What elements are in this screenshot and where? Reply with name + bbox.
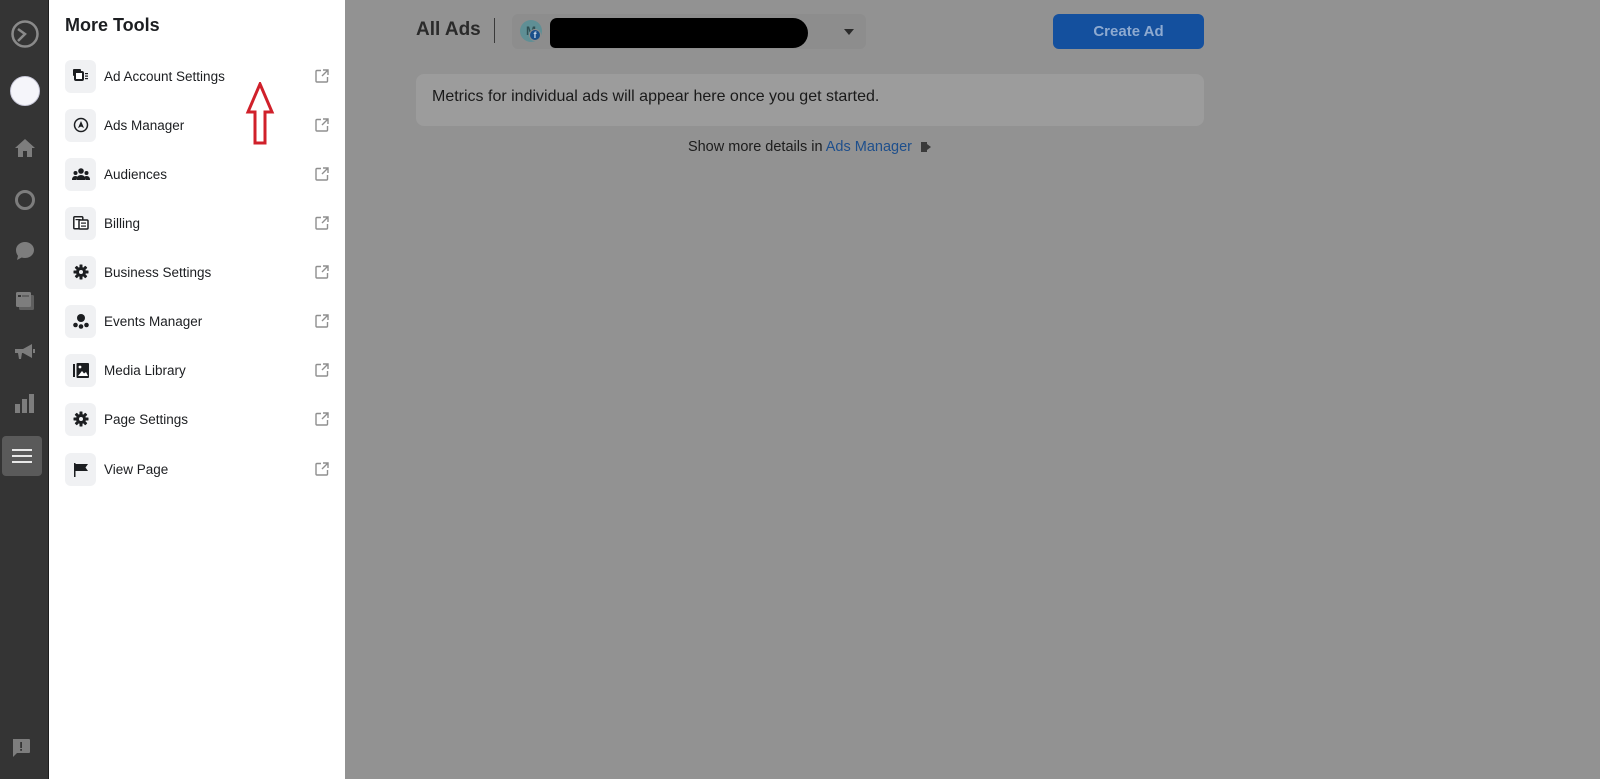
gear-icon — [65, 255, 96, 289]
posts-icon — [15, 292, 34, 310]
tool-item-events-manager[interactable]: Events Manager — [65, 303, 331, 339]
external-link-icon[interactable] — [920, 141, 932, 153]
chevron-down-icon — [844, 29, 854, 35]
page-title: All Ads — [416, 19, 481, 40]
tool-item-view-page[interactable]: View Page — [65, 451, 331, 487]
tool-item-ads-manager[interactable]: Ads Manager — [65, 107, 331, 143]
tool-label: Business Settings — [104, 264, 212, 280]
external-link-icon[interactable] — [314, 264, 330, 280]
feedback-button[interactable] — [11, 738, 31, 763]
insights-icon — [14, 394, 34, 413]
billing-icon — [65, 206, 96, 240]
tool-label: Page Settings — [104, 411, 189, 427]
more-tools-panel: More Tools Ad Account Settings Ads Manag… — [49, 0, 345, 779]
show-more-details: Show more details in Ads Manager — [345, 139, 1275, 155]
external-link-icon[interactable] — [314, 362, 330, 378]
rail-activity[interactable] — [0, 180, 49, 220]
tool-label: Media Library — [104, 362, 186, 378]
all-tools-menu-icon — [12, 449, 32, 463]
inbox-icon — [15, 242, 34, 260]
main-content: All Ads M f Create Ad Metrics for indivi… — [345, 0, 1600, 779]
rail-inbox[interactable] — [0, 231, 49, 271]
audiences-icon — [65, 157, 96, 191]
tool-item-billing[interactable]: Billing — [65, 205, 331, 241]
tool-item-page-settings[interactable]: Page Settings — [65, 401, 331, 437]
ads-manager-icon — [65, 108, 96, 142]
feedback-icon — [13, 739, 30, 757]
rail-posts[interactable] — [0, 281, 49, 321]
tool-label: Billing — [104, 215, 141, 231]
external-link-icon[interactable] — [314, 461, 330, 477]
ads-megaphone-icon — [14, 344, 35, 359]
rail-insights[interactable] — [0, 383, 49, 423]
tool-label: Ad Account Settings — [104, 68, 225, 84]
external-link-icon[interactable] — [314, 215, 330, 231]
create-ad-button[interactable]: Create Ad — [1053, 14, 1204, 49]
external-link-icon[interactable] — [314, 313, 330, 329]
rail-all-tools[interactable] — [2, 436, 42, 476]
metrics-empty-message: Metrics for individual ads will appear h… — [432, 88, 880, 105]
tool-item-business-settings[interactable]: Business Settings — [65, 254, 331, 290]
profile-avatar — [9, 76, 40, 106]
tool-item-audiences[interactable]: Audiences — [65, 156, 331, 192]
external-link-icon[interactable] — [314, 411, 330, 427]
metrics-empty-card: Metrics for individual ads will appear h… — [416, 74, 1204, 126]
rail-home[interactable] — [0, 128, 49, 168]
details-prefix: Show more details in — [687, 139, 823, 155]
flag-icon — [65, 452, 96, 486]
rail-ads[interactable] — [0, 332, 49, 372]
tool-item-ad-account-settings[interactable]: Ad Account Settings — [65, 58, 331, 94]
redacted-account-name — [550, 18, 808, 48]
activity-history-icon — [14, 190, 35, 210]
profile-avatar-button[interactable] — [0, 71, 49, 111]
external-link-icon[interactable] — [314, 68, 330, 84]
tool-label: Audiences — [104, 166, 168, 182]
ads-manager-link[interactable]: Ads Manager — [826, 139, 912, 155]
title-divider — [494, 18, 495, 43]
external-link-icon[interactable] — [314, 166, 330, 182]
gear-icon — [65, 402, 96, 436]
home-icon — [14, 139, 35, 157]
business-suite-logo-button[interactable] — [0, 14, 49, 54]
facebook-badge-icon: f — [529, 29, 541, 41]
tool-label: Events Manager — [104, 313, 203, 329]
ad-account-selector[interactable]: M f — [512, 14, 866, 49]
left-navigation-rail — [0, 0, 49, 779]
tool-label: View Page — [104, 461, 169, 477]
panel-title: More Tools — [65, 15, 160, 35]
annotation-up-arrow-icon — [245, 82, 275, 145]
external-link-icon[interactable] — [314, 117, 330, 133]
ad-account-icon — [65, 59, 96, 93]
tool-item-media-library[interactable]: Media Library — [65, 352, 331, 388]
tool-label: Ads Manager — [104, 117, 185, 133]
business-suite-logo-icon — [10, 20, 39, 48]
media-library-icon — [65, 353, 96, 387]
events-manager-icon — [65, 304, 96, 338]
